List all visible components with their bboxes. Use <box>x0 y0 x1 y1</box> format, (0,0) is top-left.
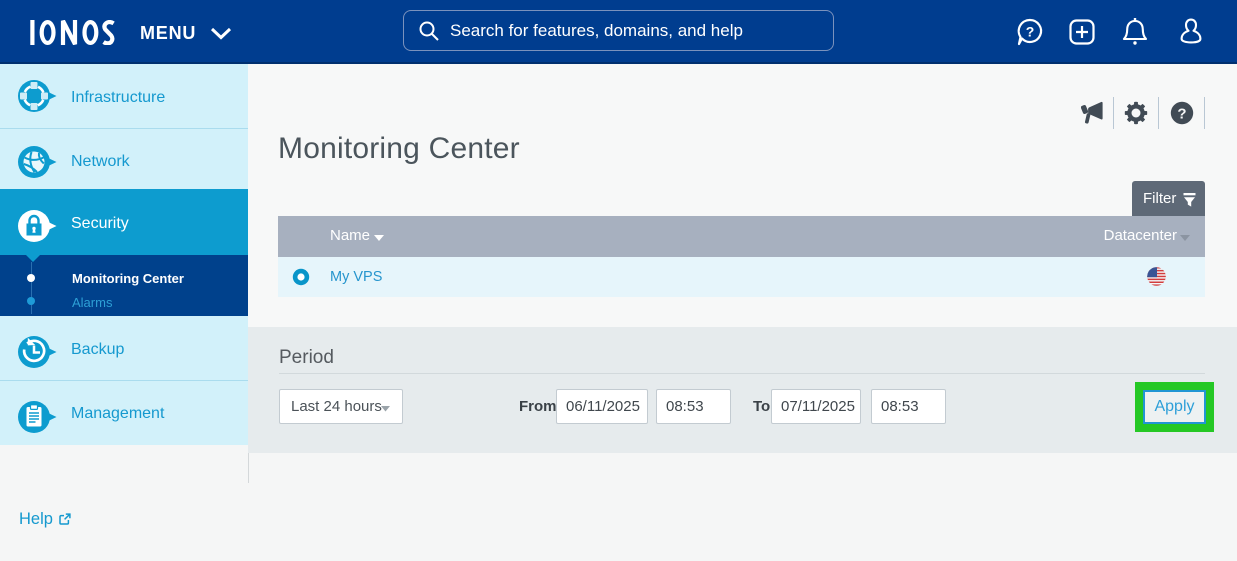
svg-text:?: ? <box>1026 24 1035 40</box>
svg-text:?: ? <box>1177 105 1186 122</box>
